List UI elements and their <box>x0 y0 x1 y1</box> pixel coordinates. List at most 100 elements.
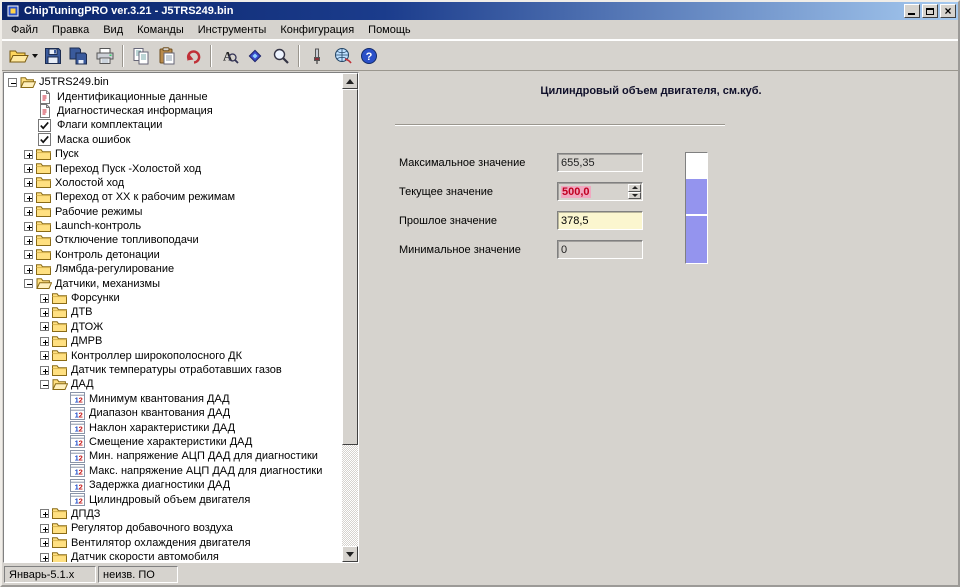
close-button[interactable]: × <box>940 4 956 18</box>
plus-expander[interactable] <box>24 221 33 231</box>
menu-item-4[interactable]: Инструменты <box>191 21 274 39</box>
menu-item-6[interactable]: Помощь <box>361 21 418 39</box>
plus-expander[interactable] <box>40 322 49 332</box>
tree-item[interactable]: J5TRS249.bin <box>4 75 342 89</box>
spin-down-button[interactable] <box>628 191 641 199</box>
title-bar[interactable]: ChipTuningPRO ver.3.21 - J5TRS249.bin × <box>2 2 958 20</box>
plus-expander[interactable] <box>40 552 49 562</box>
svg-text:2: 2 <box>79 453 83 462</box>
tree-item[interactable]: Пуск <box>4 147 342 161</box>
plus-expander[interactable] <box>24 178 33 188</box>
plus-expander[interactable] <box>40 336 49 346</box>
tree-item[interactable]: Маска ошибок <box>4 133 342 147</box>
font-magnifier-icon: A <box>219 47 239 65</box>
tree-scrollbar[interactable] <box>342 73 358 562</box>
minus-expander[interactable] <box>24 279 33 289</box>
tree-item[interactable]: Отключение топливоподачи <box>4 233 342 247</box>
menu-item-5[interactable]: Конфигурация <box>273 21 361 39</box>
tree-item[interactable]: Launch-контроль <box>4 219 342 233</box>
spin-up-button[interactable] <box>628 184 641 192</box>
help-button[interactable]: ? <box>356 43 382 68</box>
compare-button[interactable] <box>242 43 268 68</box>
plus-expander[interactable] <box>24 250 33 260</box>
plus-expander[interactable] <box>24 235 33 245</box>
save-button[interactable] <box>40 43 66 68</box>
tree-item[interactable]: 1 2 Диапазон квантования ДАД <box>4 406 342 420</box>
scrollbar-track[interactable] <box>342 89 358 546</box>
tree-item[interactable]: Диагностическая информация <box>4 103 342 118</box>
plus-expander[interactable] <box>24 264 33 274</box>
value-spinner[interactable] <box>628 184 641 199</box>
tree-item[interactable]: 1 2 Наклон характеристики ДАД <box>4 420 342 435</box>
plus-expander[interactable] <box>24 192 33 202</box>
plus-expander[interactable] <box>40 523 49 533</box>
tree-item[interactable]: 1 2 Задержка диагностики ДАД <box>4 478 342 492</box>
copy-button[interactable] <box>128 43 154 68</box>
tree-item[interactable]: ДАД <box>4 377 342 391</box>
tree-item[interactable]: 1 2 Мин. напряжение АЦП ДАД для диагностик… <box>4 449 342 463</box>
search-button[interactable] <box>268 43 294 68</box>
connection-button[interactable] <box>330 43 356 68</box>
tree-item[interactable]: Идентификационные данные <box>4 89 342 104</box>
tree-item[interactable]: ДТВ <box>4 305 342 319</box>
paste-button[interactable] <box>154 43 180 68</box>
tree-item-label: Launch-контроль <box>55 220 142 233</box>
plus-expander[interactable] <box>40 307 49 317</box>
tree-item[interactable]: Лямбда-регулирование <box>4 262 342 276</box>
tree-item[interactable]: Рабочие режимы <box>4 205 342 219</box>
tree-item[interactable]: Холостой ход <box>4 176 342 190</box>
param-icon: 12 <box>70 406 86 420</box>
tree-item[interactable]: Контроль детонации <box>4 248 342 262</box>
tree-item[interactable]: 1 2 Минимум квантования ДАД <box>4 392 342 406</box>
open-button[interactable] <box>6 43 40 68</box>
tree-item[interactable]: ДТОЖ <box>4 320 342 334</box>
plus-expander[interactable] <box>40 351 49 361</box>
menu-item-3[interactable]: Команды <box>130 21 191 39</box>
minus-expander[interactable] <box>8 77 17 87</box>
scroll-down-button[interactable] <box>342 546 358 562</box>
scroll-up-button[interactable] <box>342 73 358 89</box>
tree-item[interactable]: Датчик температуры отработавших газов <box>4 363 342 377</box>
tree-item[interactable]: Переход от ХХ к рабочим режимам <box>4 190 342 204</box>
tree-item[interactable]: ДМРВ <box>4 334 342 348</box>
tree-item[interactable]: Вентилятор охлаждения двигателя <box>4 536 342 550</box>
maximize-button[interactable] <box>922 4 938 18</box>
scrollbar-thumb[interactable] <box>342 89 358 446</box>
print-button[interactable] <box>92 43 118 68</box>
folder-icon <box>52 320 68 333</box>
menu-bar: Файл Правка Вид Команды Инструменты Конфигура… <box>2 20 958 40</box>
plus-expander[interactable] <box>24 149 33 159</box>
tree-item[interactable]: 1 2 Смещение характеристики ДАД <box>4 435 342 449</box>
tree-item[interactable]: Форсунки <box>4 291 342 305</box>
plus-expander[interactable] <box>24 164 33 174</box>
min-value: 0 <box>561 243 568 256</box>
folder-open-icon <box>20 76 36 89</box>
minimize-button[interactable] <box>904 4 920 18</box>
tree-item[interactable]: Датчик скорости автомобиля <box>4 550 342 562</box>
gauge-divider <box>686 213 707 216</box>
current-value-input[interactable]: 500,0 <box>557 182 643 201</box>
undo-button[interactable] <box>180 43 206 68</box>
plus-expander[interactable] <box>24 207 33 217</box>
tree-item[interactable]: Контроллер широкополосного ДК <box>4 348 342 362</box>
svg-text:2: 2 <box>79 439 83 448</box>
plus-expander[interactable] <box>40 538 49 548</box>
font-button[interactable]: A <box>216 43 242 68</box>
tools-button[interactable] <box>304 43 330 68</box>
plus-expander[interactable] <box>40 509 49 519</box>
tree-item[interactable]: Переход Пуск -Холостой ход <box>4 161 342 175</box>
tree-item[interactable]: 1 2 Цилиндровый объем двигателя <box>4 492 342 507</box>
save-all-button[interactable] <box>66 43 92 68</box>
plus-expander[interactable] <box>40 365 49 375</box>
dropdown-caret-icon[interactable] <box>31 53 38 58</box>
menu-item-0[interactable]: Файл <box>4 21 45 39</box>
tree-item[interactable]: 1 2 Макс. напряжение АЦП ДАД для диагности… <box>4 464 342 478</box>
plus-expander[interactable] <box>40 293 49 303</box>
menu-item-2[interactable]: Вид <box>96 21 130 39</box>
tree-item[interactable]: Флаги комплектации <box>4 118 342 132</box>
tree-item[interactable]: Датчики, механизмы <box>4 276 342 290</box>
minus-expander[interactable] <box>40 379 49 389</box>
menu-item-1[interactable]: Правка <box>45 21 96 39</box>
tree-item[interactable]: Регулятор добавочного воздуха <box>4 521 342 535</box>
tree-item[interactable]: ДПДЗ <box>4 507 342 521</box>
